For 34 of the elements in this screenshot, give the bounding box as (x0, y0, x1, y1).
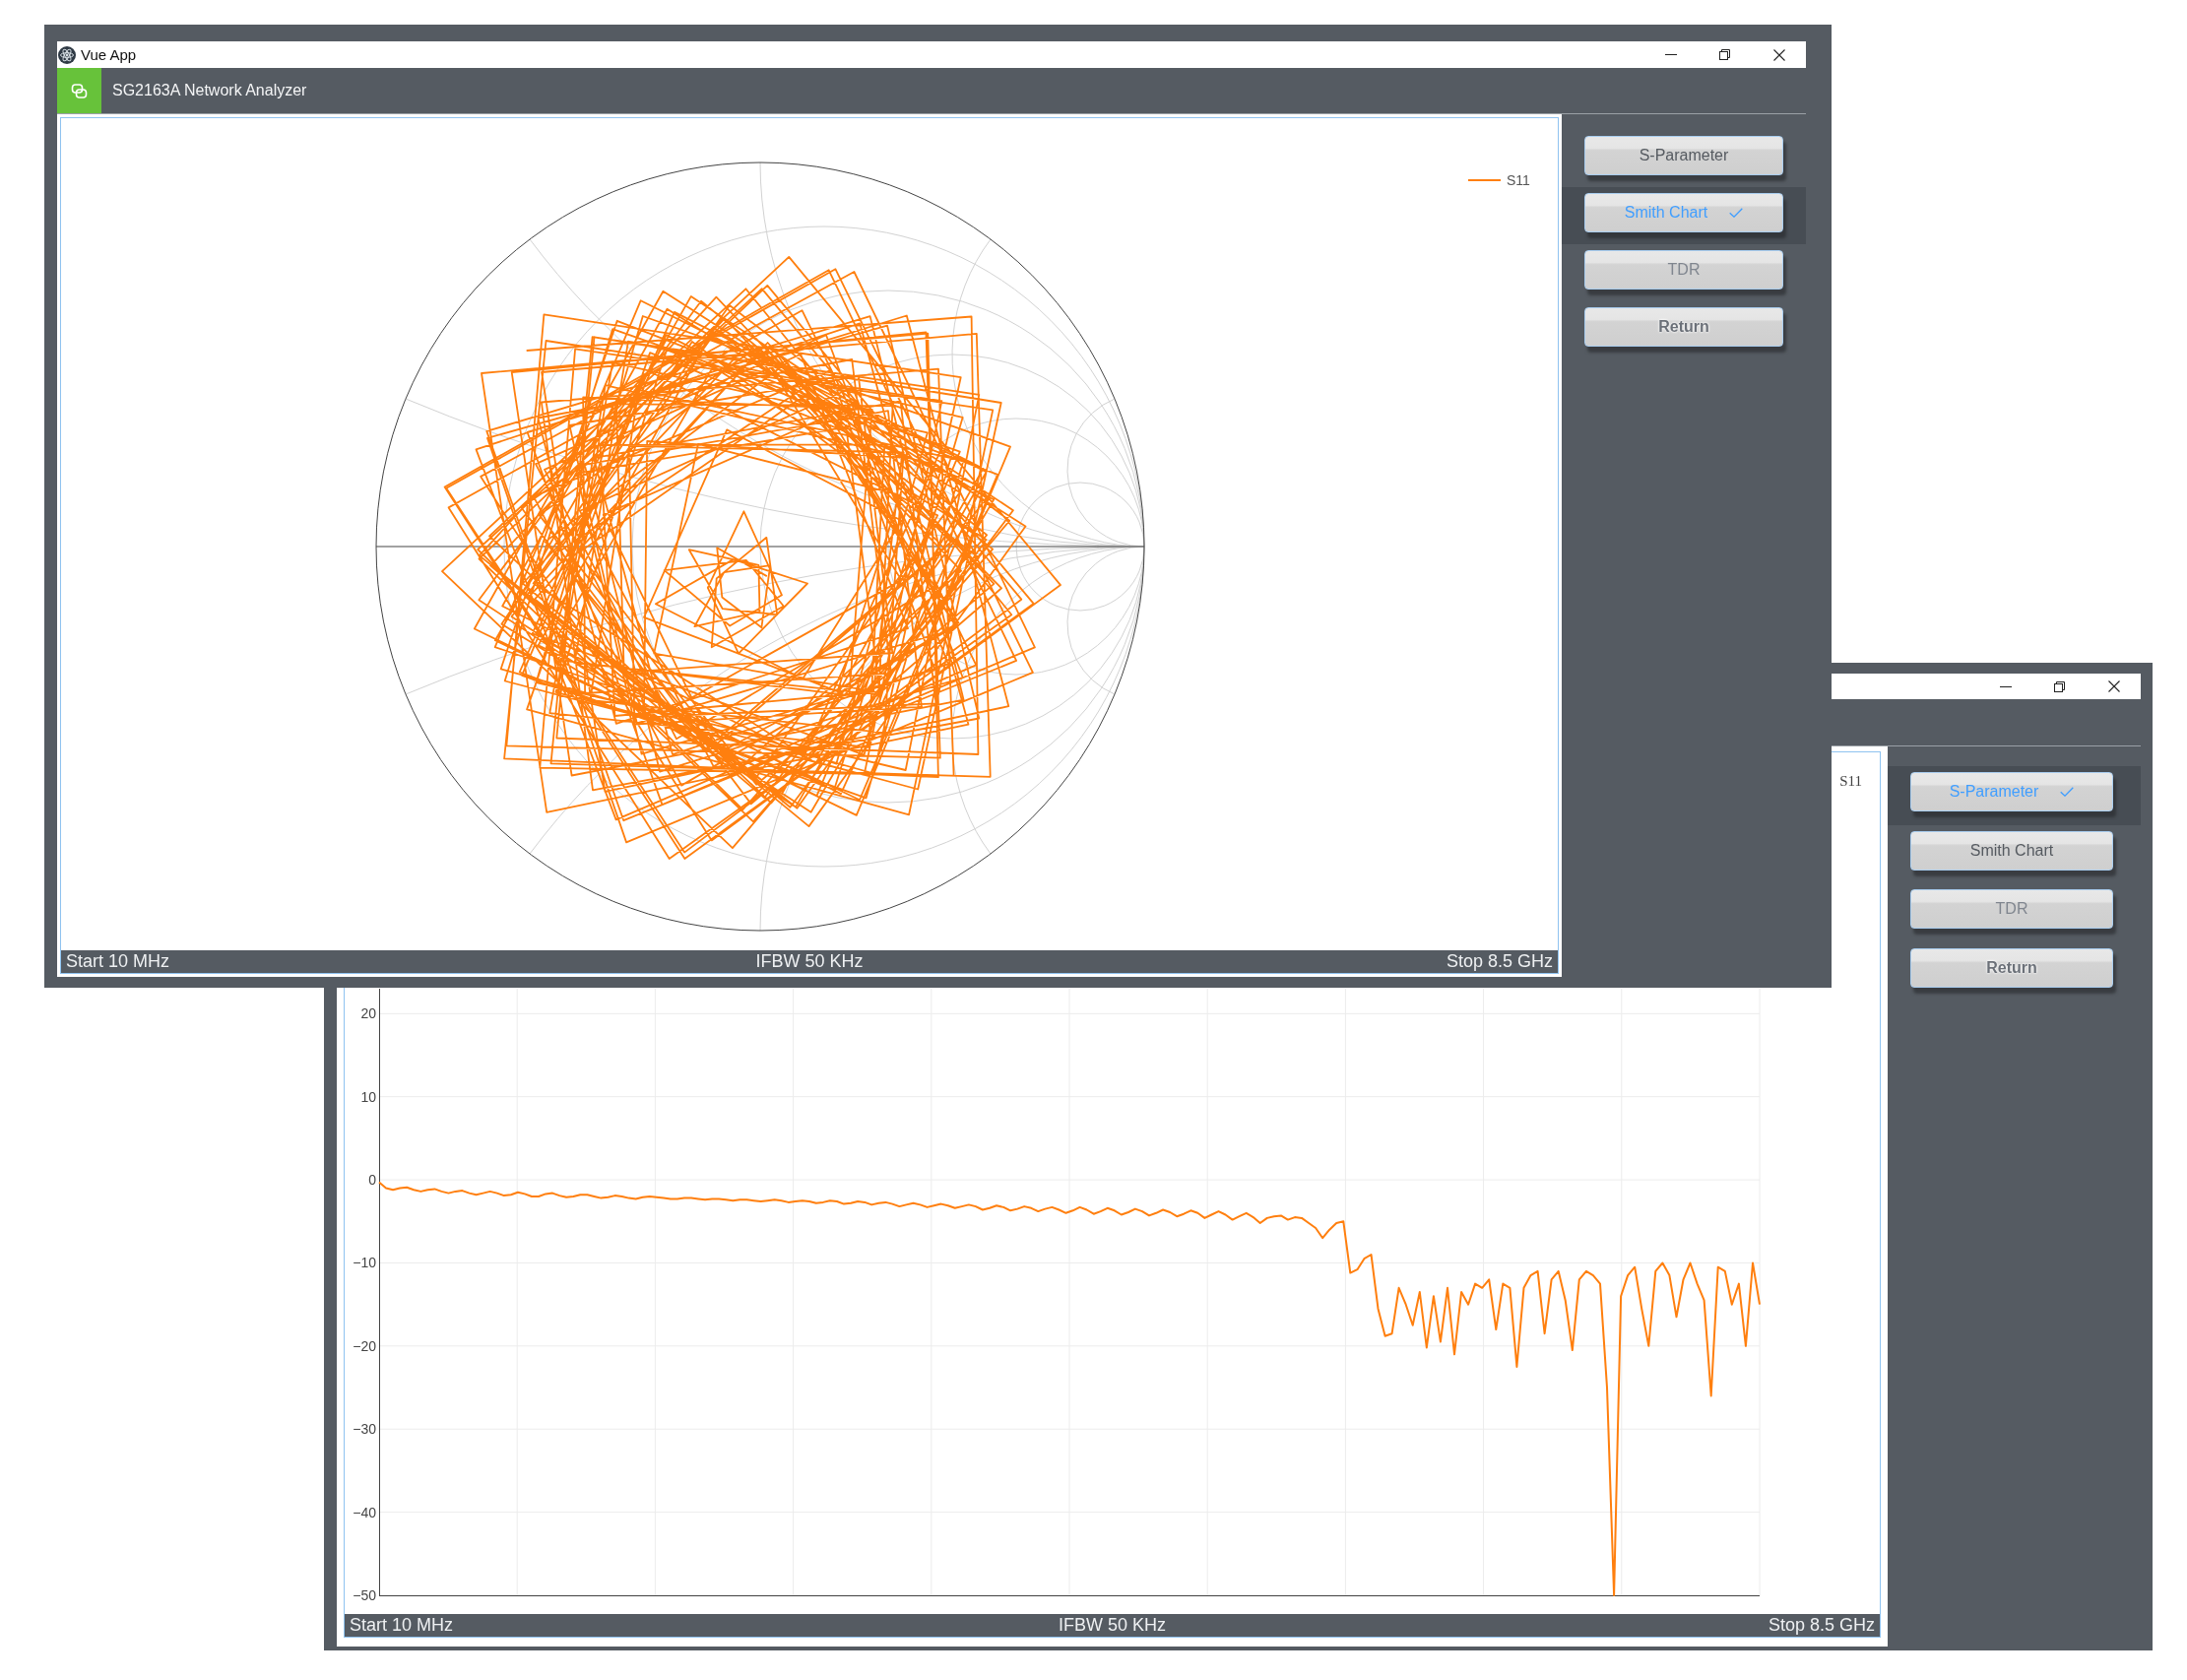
atom-icon (58, 45, 76, 64)
y-tick-label: −10 (353, 1255, 376, 1271)
start-frequency-label: Start 10 MHz (65, 951, 170, 972)
window-title: Vue App (81, 46, 137, 63)
view-button[interactable]: Smith Chart (1910, 830, 2113, 871)
start-frequency-label: Start 10 MHz (349, 1615, 454, 1636)
ifbw-label: IFBW 50 KHz (755, 951, 864, 972)
check-icon (2060, 787, 2075, 797)
return-button[interactable]: Return (1910, 947, 2113, 988)
y-tick-label: −20 (353, 1337, 376, 1354)
return-button[interactable]: Return (1584, 307, 1783, 347)
view-button[interactable]: S-Parameter (1584, 136, 1783, 175)
legend-label: S11 (1839, 773, 1862, 790)
minimize-icon[interactable] (1999, 685, 2012, 687)
stop-frequency-label: Stop 8.5 GHz (1446, 951, 1554, 972)
y-tick-label: −30 (353, 1421, 376, 1438)
y-tick-label: 0 (368, 1172, 376, 1189)
legend-label: S11 (1507, 172, 1530, 188)
close-icon[interactable] (2107, 680, 2120, 692)
app-title: SG2163A Network Analyzer (112, 82, 307, 99)
restore-icon[interactable] (2054, 680, 2065, 692)
view-button[interactable]: Smith Chart (1584, 193, 1783, 232)
y-tick-label: 20 (360, 1005, 376, 1022)
y-tick-label: −50 (353, 1587, 376, 1603)
close-icon[interactable] (1772, 48, 1785, 61)
minimize-icon[interactable] (1664, 54, 1677, 55)
view-button[interactable]: S-Parameter (1910, 772, 2113, 811)
y-tick-label: 10 (360, 1088, 376, 1105)
restore-icon[interactable] (1719, 49, 1730, 60)
stop-frequency-label: Stop 8.5 GHz (1768, 1615, 1876, 1636)
ifbw-label: IFBW 50 KHz (1059, 1615, 1166, 1636)
y-tick-label: −40 (353, 1504, 376, 1520)
legend-line-icon (1467, 179, 1502, 181)
check-icon (1729, 208, 1744, 218)
